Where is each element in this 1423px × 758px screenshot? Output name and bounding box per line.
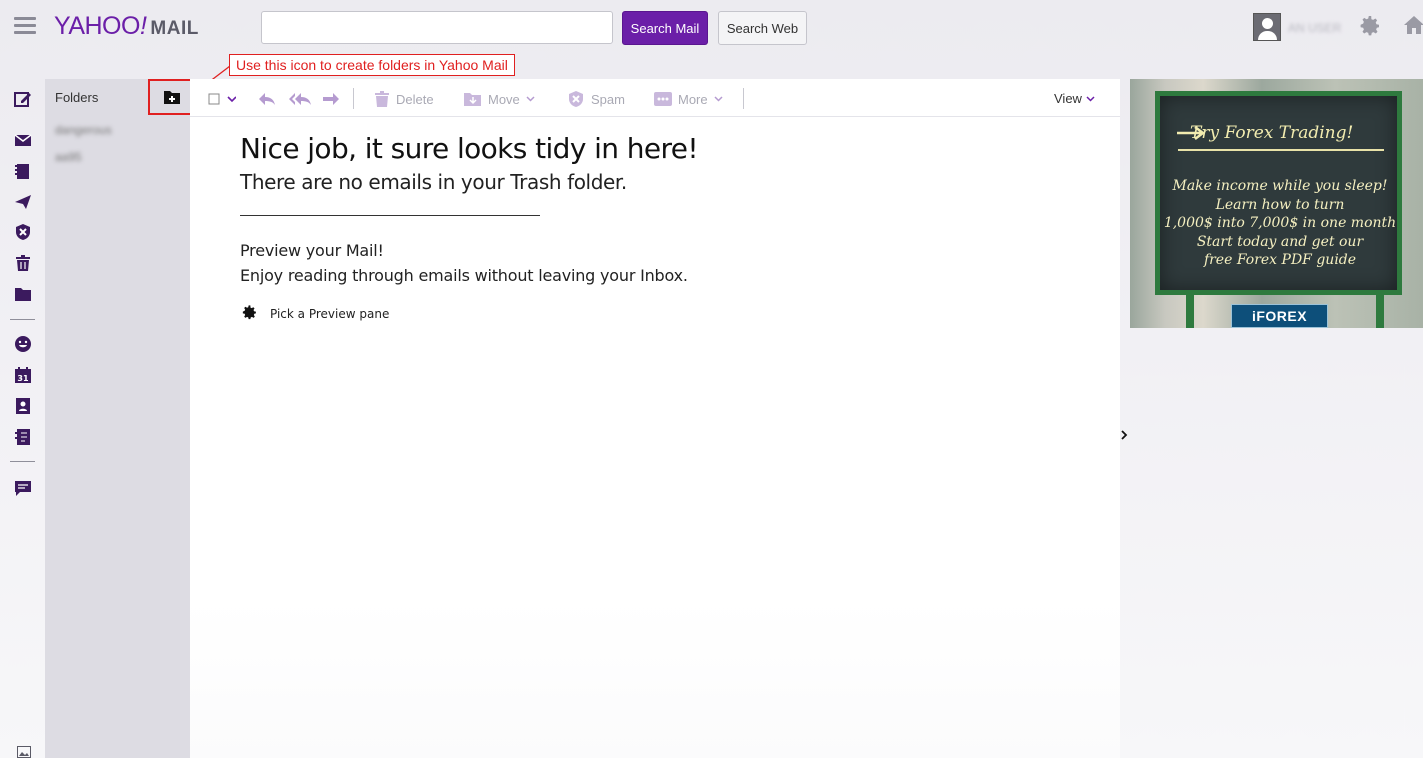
ad-headline: Try Forex Trading! [1190,123,1354,143]
chevron-down-icon [1086,95,1095,102]
search-input[interactable] [261,11,613,44]
preview-description: Enjoy reading through emails without lea… [240,266,688,285]
ad-line: Make income while you sleep! [1172,178,1388,194]
move-button[interactable]: Move [464,89,535,109]
spam-shield-icon [569,91,583,107]
ad-underline [1178,149,1384,151]
chevron-down-icon [714,96,723,102]
avatar[interactable] [1253,13,1281,41]
empty-state-subtitle: There are no emails in your Trash folder… [240,170,627,194]
messenger-icon[interactable] [14,479,32,497]
notepad-icon[interactable] [14,428,32,446]
folders-title: Folders [55,90,99,105]
search-mail-button[interactable]: Search Mail [622,11,708,45]
spam-button[interactable]: Spam [567,89,625,109]
sent-icon[interactable] [14,193,32,211]
delete-button[interactable]: Delete [374,89,434,109]
search-web-button[interactable]: Search Web [718,11,807,45]
home-icon[interactable] [1403,14,1423,36]
ad-post [1186,293,1194,328]
spam-label: Spam [591,91,625,107]
svg-text:31: 31 [17,374,29,383]
folder-panel [45,79,190,758]
username[interactable]: AN USER [1288,21,1341,35]
compose-icon[interactable] [14,90,32,108]
logo-main: YAHOO [54,12,140,40]
view-label: View [1054,91,1082,106]
reply-icon[interactable] [258,89,276,109]
settings-gear-icon[interactable] [1358,14,1382,38]
contacts-icon[interactable] [14,397,32,415]
folder-item[interactable]: dangerous [55,123,112,137]
message-pane [190,117,1120,758]
delete-icon [375,91,389,107]
folder-icon[interactable] [14,285,32,303]
chevron-down-icon [526,96,535,102]
rail-divider [10,319,35,320]
gear-icon[interactable] [241,304,258,321]
ad-post [1376,293,1384,328]
annotation-callout: Use this icon to create folders in Yahoo… [229,54,515,76]
ad-line: Start today and get our [1196,233,1364,250]
menu-icon[interactable] [14,17,36,35]
move-label: Move [488,91,520,107]
pick-preview-pane-link[interactable]: Pick a Preview pane [270,307,389,321]
more-button[interactable]: More [654,89,723,109]
delete-label: Delete [396,91,434,107]
image-icon[interactable] [17,746,31,758]
forward-icon[interactable] [322,89,340,109]
calendar-icon[interactable]: 31 [14,366,32,384]
ad-line: 1,000$ into 7,000$ in one month [1163,215,1397,231]
toolbar-separator [743,88,744,109]
ad-line: Learn how to turn [1215,196,1345,213]
reply-all-icon[interactable] [289,89,313,109]
inbox-icon[interactable] [14,131,32,149]
collapse-ad-chevron-icon[interactable] [1119,428,1131,446]
emoji-icon[interactable] [14,335,32,353]
preview-heading: Preview your Mail! [240,241,384,260]
divider [240,215,540,216]
more-label: More [678,91,708,107]
drafts-icon[interactable] [14,162,32,180]
toolbar-separator [353,88,354,109]
ad-body: Make income while you sleep! Learn how t… [1160,177,1400,270]
more-dots-icon [654,92,672,106]
spam-icon[interactable] [14,223,32,241]
yahoo-mail-logo[interactable]: YAHOO! MAIL [54,12,199,41]
select-all-checkbox[interactable] [208,89,236,109]
trash-icon[interactable] [14,254,32,272]
ad-line: free Forex PDF guide [1203,252,1357,268]
folder-item[interactable]: aa95 [55,150,82,164]
ad-brand-logo: iFOREX [1231,304,1328,328]
rail-divider [10,461,35,462]
logo-suffix: MAIL [150,18,199,39]
logo-bang: ! [139,12,147,40]
empty-state-title: Nice job, it sure looks tidy in here! [240,132,699,165]
new-folder-icon [164,91,180,104]
advertisement[interactable]: Try Forex Trading! Make income while you… [1130,79,1423,328]
view-button[interactable]: View [1054,91,1095,106]
new-folder-button[interactable] [148,79,194,115]
move-folder-icon [464,93,481,106]
